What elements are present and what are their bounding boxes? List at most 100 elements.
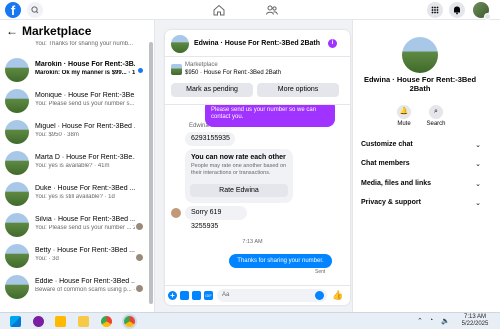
sender-avatar xyxy=(171,208,181,218)
plus-icon[interactable]: + xyxy=(168,291,177,300)
conversation-item[interactable]: Betty · House For Rent:-3Bed ... You: · … xyxy=(0,240,148,271)
mute-button[interactable]: 🔔 Mute xyxy=(389,105,419,127)
gif-icon[interactable]: GIF xyxy=(204,291,213,300)
chevron-down-icon: ⌄ xyxy=(475,200,481,207)
media-files-section[interactable]: Media, files and links ⌄ xyxy=(361,180,481,192)
grid-menu-icon xyxy=(431,6,439,14)
clock-date: 5/22/2025 xyxy=(461,321,489,327)
search-icon: ⌕ xyxy=(429,105,443,119)
image-icon[interactable] xyxy=(180,291,189,300)
rate-card-title: You can now rate each other xyxy=(191,154,286,161)
rate-card-description: People may rate one another based on the… xyxy=(191,163,287,176)
sidebar-scrollbar[interactable] xyxy=(149,42,153,304)
conversation-list: You: Thanks for sharing your numb... · 1… xyxy=(0,40,148,302)
chrome-icon[interactable] xyxy=(101,316,112,327)
account-chevron-icon[interactable] xyxy=(484,13,491,20)
conversation-item[interactable]: Eddie · House For Rent:-3Bed ... Beware … xyxy=(0,271,148,302)
conversation-item[interactable]: You: Thanks for sharing your numb... · 1… xyxy=(0,40,148,54)
listing-thumbnail xyxy=(5,244,29,268)
home-icon xyxy=(213,4,225,16)
mark-as-pending-button[interactable]: Mark as pending xyxy=(171,83,253,97)
incoming-message: 6293155935 xyxy=(185,132,235,146)
conversation-preview: You: yes is available? · 41m xyxy=(35,163,110,169)
privacy-support-section[interactable]: Privacy & support ⌄ xyxy=(361,199,481,211)
sender-name: Edwina xyxy=(189,123,209,129)
chat-title[interactable]: Edwina · House For Rent:-3Bed 2Bath xyxy=(194,40,320,47)
listing-thumbnail xyxy=(5,89,29,113)
more-options-button[interactable]: More options xyxy=(257,83,339,97)
search-conversation-button[interactable]: ⌕ Search xyxy=(421,105,451,127)
chat-members-section[interactable]: Chat members ⌄ xyxy=(361,160,481,172)
conversation-preview: You: yes is still available? · 1d xyxy=(35,194,115,200)
conversation-item[interactable]: Silvia · House For Rent:-3Bed ... You: P… xyxy=(0,209,148,240)
bell-icon xyxy=(454,6,460,15)
conversation-item[interactable]: Miguel · House For Rent:-3Bed ... You: $… xyxy=(0,116,148,147)
contact-avatar[interactable] xyxy=(402,37,438,73)
contact-name: Edwina · House For Rent:-3Bed 2Bath xyxy=(363,75,477,93)
volume-icon[interactable]: 🔈 xyxy=(441,317,450,325)
conversation-name: Betty · House For Rent:-3Bed ... xyxy=(35,247,135,254)
search-label: Search xyxy=(426,121,446,127)
app-icon[interactable] xyxy=(55,316,66,327)
message-thread: Please send us your number so we can con… xyxy=(165,105,350,285)
conversation-item[interactable]: Marokin · House For Rent:-3B... Marokin:… xyxy=(0,54,148,85)
marketplace-label: Marketplace xyxy=(185,62,218,68)
top-navbar: f xyxy=(0,0,500,20)
conversation-item[interactable]: Marta D · House For Rent:-3Be... You: ye… xyxy=(0,147,148,178)
conversation-preview: Marokin: Ok my manner is $99... · 1m xyxy=(35,70,135,76)
facebook-logo[interactable]: f xyxy=(5,2,21,18)
conversation-preview: You: Thanks for sharing your numb... · 1… xyxy=(35,41,135,47)
notifications-button[interactable] xyxy=(449,2,465,18)
like-icon[interactable]: 👍 xyxy=(332,291,343,300)
chat-info-panel: Edwina · House For Rent:-3Bed 2Bath 🔔 Mu… xyxy=(352,20,500,312)
conversation-preview: You: Please send us your number s... 2m xyxy=(35,101,135,107)
conversation-name: Monique · House For Rent:-3Be... xyxy=(35,92,135,99)
menu-button[interactable] xyxy=(427,2,443,18)
search-icon xyxy=(31,6,39,14)
unread-dot-icon xyxy=(138,68,143,73)
chat-avatar[interactable] xyxy=(171,35,189,53)
incoming-message: Sorry 619 3255935 xyxy=(185,206,247,230)
conversation-name: Marokin · House For Rent:-3B... xyxy=(35,61,135,68)
listing-thumbnail xyxy=(5,151,29,175)
wifi-icon[interactable]: ◔ xyxy=(429,317,433,324)
conversation-item[interactable]: Monique · House For Rent:-3Be... You: Pl… xyxy=(0,85,148,116)
conversation-preview: You: Please send us your number ... 2d xyxy=(35,225,135,231)
sidebar-header: ← Marketplace xyxy=(0,24,154,40)
listing-title[interactable]: $950 · House For Rent:-3Bed 2Bath xyxy=(185,70,281,76)
chat-header: Edwina · House For Rent:-3Bed 2Bath i xyxy=(165,30,350,57)
chevron-down-icon: ⌄ xyxy=(475,142,481,149)
friends-button[interactable] xyxy=(265,3,279,17)
message-input[interactable]: Aa xyxy=(217,289,327,302)
back-arrow-icon[interactable]: ← xyxy=(6,25,18,37)
rate-button[interactable]: Rate Edwina xyxy=(190,184,288,197)
chrome-active-icon[interactable] xyxy=(124,316,135,327)
marketplace-sidebar: ← Marketplace You: Thanks for sharing yo… xyxy=(0,20,155,312)
home-button[interactable] xyxy=(212,3,226,17)
conversation-name: Eddie · House For Rent:-3Bed ... xyxy=(35,278,135,285)
app-icon[interactable] xyxy=(33,316,44,327)
chevron-down-icon: ⌄ xyxy=(475,181,481,188)
listing-thumbnail xyxy=(5,120,29,144)
emoji-icon[interactable] xyxy=(315,291,324,300)
customize-chat-section[interactable]: Customize chat ⌄ xyxy=(361,141,481,153)
friends-icon xyxy=(266,5,278,15)
clock[interactable]: 7:13 AM 5/22/2025 xyxy=(455,314,495,328)
sticker-icon[interactable] xyxy=(192,291,201,300)
mute-label: Mute xyxy=(397,121,411,127)
clock-time: 7:13 AM xyxy=(463,314,486,320)
windows-start-icon[interactable] xyxy=(10,316,21,327)
message-timestamp: 7:13 AM xyxy=(242,239,263,245)
conversation-item[interactable]: Duke · House For Rent:-3Bed ... You: yes… xyxy=(0,178,148,209)
file-explorer-icon[interactable] xyxy=(78,316,89,327)
chat-window: Edwina · House For Rent:-3Bed 2Bath i Ma… xyxy=(165,30,350,305)
listing-thumbnail[interactable] xyxy=(171,64,182,75)
seen-avatar xyxy=(136,223,143,230)
tray-chevron-icon[interactable]: ⌃ xyxy=(417,317,423,325)
bell-icon: 🔔 xyxy=(397,105,411,119)
outgoing-message: Please send us your number so we can con… xyxy=(205,105,335,127)
listing-thumbnail xyxy=(5,213,29,237)
outgoing-message: Thanks for sharing your number. xyxy=(229,254,332,268)
info-icon[interactable]: i xyxy=(328,39,337,48)
search-button[interactable] xyxy=(27,2,43,18)
